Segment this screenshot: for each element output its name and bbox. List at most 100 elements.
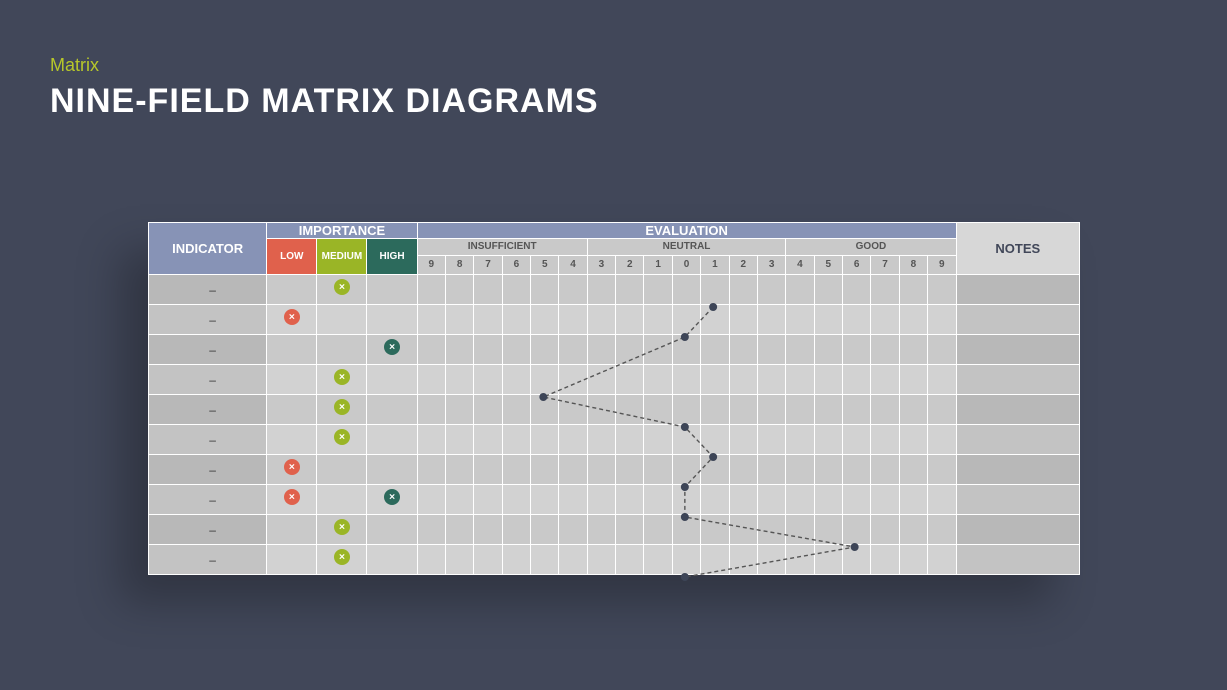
eval-cell <box>672 365 700 395</box>
importance-cell-med <box>317 275 367 305</box>
eval-cell <box>531 305 559 335</box>
notes-cell <box>956 515 1079 545</box>
eval-cell <box>474 485 502 515</box>
eval-cell <box>871 485 899 515</box>
table-row: – <box>149 365 1080 395</box>
eval-cell <box>672 545 700 575</box>
importance-cell-med <box>317 515 367 545</box>
eval-cell <box>701 395 729 425</box>
eval-cell <box>474 515 502 545</box>
eval-cell <box>616 515 644 545</box>
scale-number: 7 <box>474 255 502 274</box>
importance-cell-high <box>367 545 417 575</box>
importance-cell-low <box>267 275 317 305</box>
indicator-cell: – <box>149 425 267 455</box>
eval-cell <box>474 545 502 575</box>
eval-cell <box>814 485 842 515</box>
importance-cell-high <box>367 395 417 425</box>
med-marker-icon <box>334 369 350 385</box>
eval-cell <box>587 305 615 335</box>
importance-cell-med <box>317 425 367 455</box>
eval-cell <box>729 365 757 395</box>
eval-cell <box>701 275 729 305</box>
eval-cell <box>672 425 700 455</box>
eval-cell <box>644 425 672 455</box>
eval-cell <box>616 455 644 485</box>
importance-cell-med <box>317 365 367 395</box>
col-medium: MEDIUM <box>317 239 367 275</box>
eval-cell <box>644 275 672 305</box>
eval-cell <box>417 545 445 575</box>
eval-cell <box>701 365 729 395</box>
col-neutral: NEUTRAL <box>587 239 786 256</box>
importance-cell-high <box>367 425 417 455</box>
scale-number: 6 <box>843 255 871 274</box>
eval-cell <box>729 395 757 425</box>
eval-cell <box>445 545 473 575</box>
notes-cell <box>956 545 1079 575</box>
eval-cell <box>474 395 502 425</box>
scale-number: 3 <box>587 255 615 274</box>
importance-cell-high <box>367 335 417 365</box>
importance-cell-low <box>267 335 317 365</box>
eval-cell <box>445 275 473 305</box>
eval-cell <box>814 305 842 335</box>
eval-cell <box>729 305 757 335</box>
eval-cell <box>445 425 473 455</box>
eval-cell <box>672 455 700 485</box>
indicator-cell: – <box>149 275 267 305</box>
eval-cell <box>587 545 615 575</box>
eval-cell <box>757 455 785 485</box>
eval-cell <box>786 425 814 455</box>
table-row: – <box>149 485 1080 515</box>
eval-cell <box>644 545 672 575</box>
med-marker-icon <box>334 399 350 415</box>
scale-number: 8 <box>899 255 927 274</box>
eval-cell <box>559 305 587 335</box>
scale-number: 8 <box>445 255 473 274</box>
importance-cell-med <box>317 335 367 365</box>
eval-cell <box>531 425 559 455</box>
eval-cell <box>899 455 927 485</box>
eval-cell <box>928 365 957 395</box>
eval-cell <box>899 365 927 395</box>
eval-cell <box>928 305 957 335</box>
low-marker-icon <box>284 309 300 325</box>
scale-number: 9 <box>417 255 445 274</box>
low-marker-icon <box>284 489 300 505</box>
scale-number: 7 <box>871 255 899 274</box>
eval-cell <box>445 455 473 485</box>
eval-cell <box>559 425 587 455</box>
eval-cell <box>843 305 871 335</box>
notes-cell <box>956 365 1079 395</box>
eval-cell <box>786 365 814 395</box>
scale-number: 5 <box>531 255 559 274</box>
eval-cell <box>899 515 927 545</box>
notes-cell <box>956 395 1079 425</box>
eval-cell <box>701 425 729 455</box>
eval-cell <box>701 545 729 575</box>
importance-cell-high <box>367 485 417 515</box>
eval-cell <box>729 515 757 545</box>
eval-cell <box>616 425 644 455</box>
eval-cell <box>928 425 957 455</box>
eval-cell <box>417 365 445 395</box>
eval-cell <box>701 485 729 515</box>
notes-cell <box>956 455 1079 485</box>
eval-cell <box>559 395 587 425</box>
importance-cell-med <box>317 485 367 515</box>
eval-cell <box>644 515 672 545</box>
eval-cell <box>559 545 587 575</box>
importance-cell-low <box>267 365 317 395</box>
eval-cell <box>729 275 757 305</box>
eval-cell <box>843 275 871 305</box>
col-good: GOOD <box>786 239 956 256</box>
eval-cell <box>928 485 957 515</box>
eval-cell <box>644 365 672 395</box>
importance-cell-med <box>317 305 367 335</box>
col-evaluation: EVALUATION <box>417 223 956 239</box>
eval-cell <box>757 395 785 425</box>
eval-cell <box>899 425 927 455</box>
table-row: – <box>149 455 1080 485</box>
scale-number: 1 <box>644 255 672 274</box>
